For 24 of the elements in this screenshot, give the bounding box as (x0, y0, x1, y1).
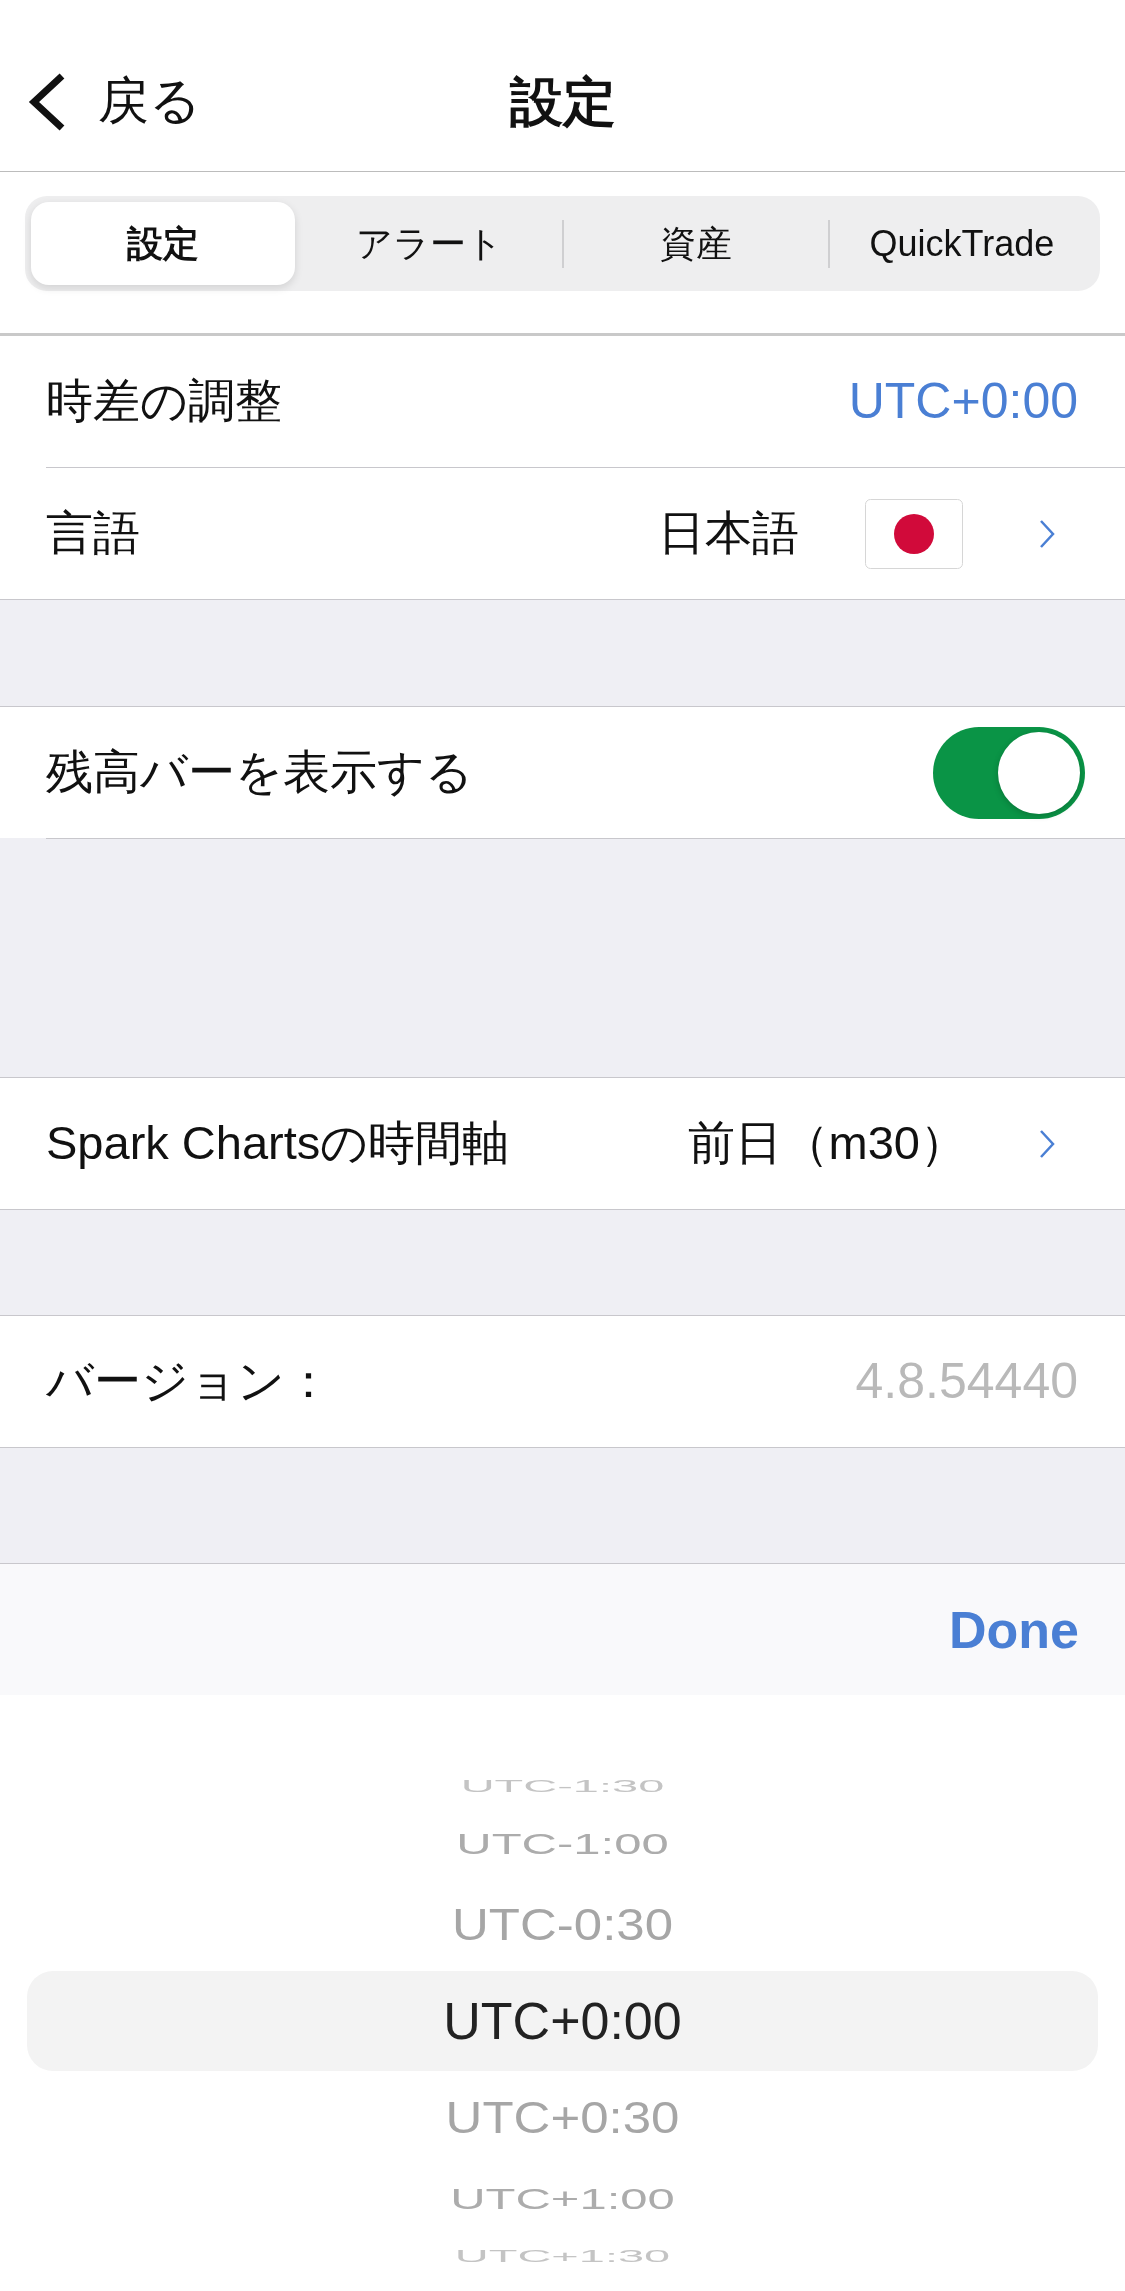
segment-tab[interactable]: 資産 (563, 202, 828, 285)
done-button[interactable]: Done (949, 1590, 1079, 1669)
back-button[interactable]: 戻る (0, 63, 211, 140)
picker-option[interactable]: UTC-0:30 (451, 1902, 674, 1947)
segment-tab[interactable]: QuickTrade (829, 202, 1094, 285)
segment-tab[interactable]: アラート (297, 202, 562, 285)
setting-value: 日本語 (658, 505, 799, 562)
setting-value: 前日（m30） (687, 1115, 967, 1172)
picker-option[interactable]: UTC+0:30 (445, 2095, 680, 2140)
chevron-right-icon (1039, 518, 1055, 549)
picker-option[interactable]: UTC+0:00 (27, 1971, 1098, 2071)
picker-option[interactable]: UTC+1:00 (450, 2183, 675, 2214)
setting-label: バージョン： (46, 1353, 332, 1410)
segment-tab[interactable]: 設定 (31, 202, 296, 285)
chevron-right-icon (1039, 1128, 1055, 1159)
setting-label: Spark Chartsの時間軸 (46, 1115, 510, 1172)
setting-value[interactable]: UTC+0:00 (848, 364, 1078, 439)
setting-label: 残高バーを表示する (46, 744, 473, 801)
picker-option[interactable]: UTC-1:00 (456, 1828, 669, 1859)
flag-icon (865, 498, 963, 569)
setting-label: 言語 (46, 505, 140, 562)
screen-title: 設定 (509, 70, 616, 133)
setting-label: 時差の調整 (46, 373, 282, 430)
version-value: 4.8.54440 (855, 1352, 1078, 1411)
